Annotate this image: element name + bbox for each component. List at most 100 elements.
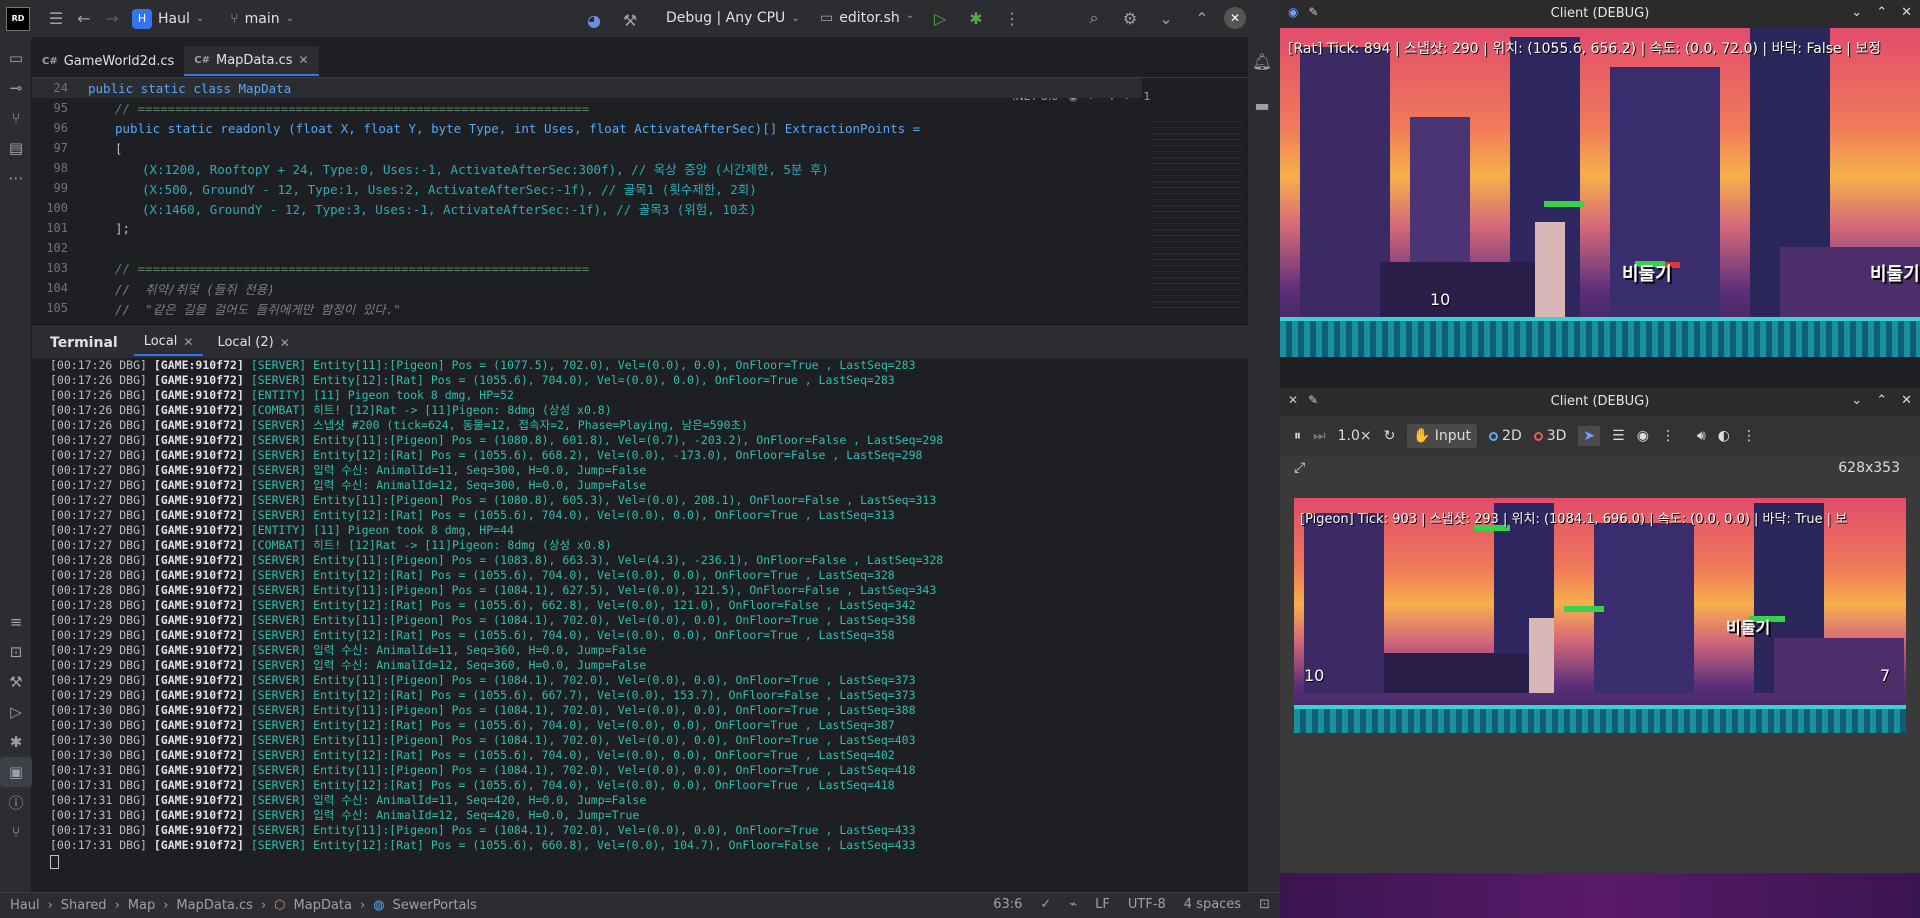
game-viewport[interactable]: 비둘기 10 7 [Pigeon] Tick: 903 | 스냅샷: 293 |… xyxy=(1294,498,1906,733)
chevron-down-icon[interactable]: ⌄ xyxy=(1152,4,1180,32)
settings-gear-icon[interactable]: ⚙ xyxy=(1116,4,1144,32)
building xyxy=(1300,47,1390,317)
code-text: public static readonly (float X, float Y… xyxy=(115,120,921,136)
code-line[interactable]: 97 [ xyxy=(32,138,1142,158)
code-editor[interactable]: .NET 8.0 ◉ ✓4 ✓1 24public static class M… xyxy=(32,78,1248,316)
more-icon[interactable]: ⋮ xyxy=(1742,428,1756,444)
code-line[interactable]: 102 xyxy=(32,238,1142,258)
back-icon[interactable]: ← xyxy=(70,5,98,33)
run-icon[interactable]: ▷ xyxy=(926,4,954,32)
terminal-line: [00:17:26 DBG] [GAME:910f72] [ENTITY] [1… xyxy=(50,388,1248,403)
debug-icon[interactable]: ✱ xyxy=(962,4,990,32)
log-game-id: [GAME:910f72] xyxy=(153,613,244,627)
reload-icon[interactable]: ↻ xyxy=(1384,428,1396,444)
log-timestamp: [00:17:29 DBG] xyxy=(50,688,147,702)
chevron-up-icon[interactable]: ⌃ xyxy=(1876,393,1887,408)
camera-icon[interactable]: ◐ xyxy=(1718,428,1730,444)
game-viewport[interactable]: 비둘기 비둘기 10 [Rat] Tick: 894 | 스냅샷: 290 | … xyxy=(1280,28,1920,357)
code-line[interactable]: 98 (X:1200, RooftopY + 24, Type:0, Uses:-… xyxy=(32,158,1142,178)
branch-selector[interactable]: ⑂ main ⌄ xyxy=(230,11,294,27)
run-window-icon[interactable]: ▷ xyxy=(0,697,32,727)
mode-3d-button[interactable]: 3D xyxy=(1533,428,1566,444)
debug-window-icon[interactable]: ✱ xyxy=(0,727,32,757)
terminal-line: [00:17:27 DBG] [GAME:910f72] [SERVER] 입력… xyxy=(50,478,1248,493)
forward-icon[interactable]: → xyxy=(98,5,126,33)
pause-icon[interactable]: ⏸ xyxy=(1294,428,1301,444)
build-hammer-icon[interactable]: ⚒ xyxy=(616,6,644,34)
close-tab-icon[interactable]: ✕ xyxy=(280,336,290,350)
git-icon[interactable]: ⑂ xyxy=(0,817,32,847)
tab-gameworld2d[interactable]: C# GameWorld2d.cs xyxy=(32,46,184,76)
chevron-down-icon[interactable]: ⌄ xyxy=(1851,5,1862,20)
terminal-tab-local[interactable]: Local ✕ xyxy=(133,329,204,356)
breadcrumb-item[interactable]: Shared xyxy=(61,898,107,913)
input-toggle[interactable]: ✋ Input xyxy=(1407,424,1478,448)
more-actions-icon[interactable]: ⋮ xyxy=(998,4,1026,32)
chevron-down-icon: ⌄ xyxy=(791,12,800,24)
chevron-up-icon[interactable]: ⌃ xyxy=(1876,5,1887,20)
ai-assistant-icon[interactable]: ◕ xyxy=(580,6,608,34)
tab-mapdata[interactable]: C# MapData.cs ✕ xyxy=(184,46,319,76)
close-icon[interactable]: ✕ xyxy=(1901,5,1912,20)
search-icon[interactable]: ⌕ xyxy=(1080,4,1108,32)
code-line[interactable]: 105 // "같은 길을 걸어도 들쥐에게만 함정이 있다." xyxy=(32,298,1142,316)
code-line[interactable]: 104 // 취약/취덫 (들쥐 전용) xyxy=(32,278,1142,298)
pull-requests-icon[interactable]: ⑂ xyxy=(0,103,32,133)
close-icon[interactable]: ✕ xyxy=(1224,7,1246,29)
code-minimap[interactable] xyxy=(1152,118,1242,313)
code-line[interactable]: 103 // ==================================… xyxy=(32,258,1142,278)
script-selector[interactable]: ▭ editor.sh ⌄ xyxy=(820,10,914,26)
breadcrumb-item[interactable]: MapData.cs xyxy=(176,898,253,913)
inspection-status-icon[interactable]: ✓ xyxy=(1040,897,1051,912)
fullscreen-icon[interactable]: ⤢ xyxy=(1294,460,1305,476)
step-icon[interactable]: ⏭ xyxy=(1313,428,1326,444)
indent-setting[interactable]: 4 spaces xyxy=(1184,897,1241,912)
structure-icon[interactable]: ▤ xyxy=(0,133,32,163)
services-icon[interactable]: ⊡ xyxy=(0,637,32,667)
run-configuration-selector[interactable]: Debug | Any CPU ⌄ xyxy=(666,10,800,26)
terminal-line: [00:17:30 DBG] [GAME:910f72] [SERVER] En… xyxy=(50,703,1248,718)
build-icon[interactable]: ⚒ xyxy=(0,667,32,697)
terminal-line: [00:17:31 DBG] [GAME:910f72] [SERVER] 입력… xyxy=(50,808,1248,823)
terminal-output[interactable]: [00:17:26 DBG] [GAME:910f72] [SERVER] En… xyxy=(32,358,1248,880)
more-tools-icon[interactable]: ⋯ xyxy=(0,163,32,193)
speed-selector[interactable]: 1.0× xyxy=(1338,428,1372,444)
code-text: [ xyxy=(115,140,123,156)
breadcrumb-item[interactable]: MapData xyxy=(294,898,352,913)
breadcrumb-item[interactable]: SewerPortals xyxy=(393,898,477,913)
visibility-icon[interactable]: ◉ xyxy=(1637,428,1649,444)
project-folder-icon[interactable]: ▭ xyxy=(0,43,32,73)
project-selector[interactable]: H Haul ⌄ xyxy=(132,8,204,29)
chevron-up-icon[interactable]: ⌃ xyxy=(1188,4,1216,32)
close-tab-icon[interactable]: ✕ xyxy=(299,53,309,67)
commit-icon[interactable]: ⊸ xyxy=(0,73,32,103)
close-icon[interactable]: ✕ xyxy=(1901,393,1912,408)
code-line[interactable]: 100 (X:1460, GroundY - 12, Type:3, Uses:-… xyxy=(32,198,1142,218)
terminal-icon[interactable]: ▣ xyxy=(0,757,32,787)
lock-icon[interactable]: ⊡ xyxy=(1259,897,1270,912)
list-icon[interactable]: ☰ xyxy=(1612,428,1625,444)
database-icon[interactable]: ▬ xyxy=(1248,91,1276,119)
speaker-icon[interactable]: 🔊︎ xyxy=(1697,428,1706,444)
caret-position[interactable]: 63:6 xyxy=(993,897,1022,912)
code-line[interactable]: 101]; xyxy=(32,218,1142,238)
breadcrumb-item[interactable]: Map xyxy=(128,898,155,913)
code-line[interactable]: 96 public static readonly (float X, float… xyxy=(32,118,1142,138)
notifications-bell-icon[interactable]: 🔔︎ xyxy=(1248,47,1276,75)
code-line[interactable]: 24 public static class MapData xyxy=(32,78,1142,98)
problems-icon[interactable]: ⓘ xyxy=(0,787,32,817)
select-arrow-icon[interactable]: ➤ xyxy=(1578,426,1601,446)
breadcrumb-item[interactable]: Haul xyxy=(10,898,40,913)
more-icon[interactable]: ⋮ xyxy=(1661,428,1675,444)
main-menu-icon[interactable]: ☰ xyxy=(42,5,70,33)
chevron-down-icon[interactable]: ⌄ xyxy=(1851,393,1862,408)
code-line[interactable]: 99 (X:500, GroundY - 12, Type:1, Uses:2, … xyxy=(32,178,1142,198)
file-encoding[interactable]: UTF-8 xyxy=(1128,897,1166,912)
line-separator[interactable]: LF xyxy=(1095,897,1110,912)
terminal-tab-local-2[interactable]: Local (2) ✕ xyxy=(207,330,299,356)
code-line[interactable]: 95 // ===================================… xyxy=(32,98,1142,118)
todo-list-icon[interactable]: ≡ xyxy=(0,607,32,637)
close-tab-icon[interactable]: ✕ xyxy=(183,335,193,349)
mode-2d-button[interactable]: 2D xyxy=(1489,428,1522,444)
vcs-status-icon[interactable]: ⌁ xyxy=(1069,897,1077,912)
